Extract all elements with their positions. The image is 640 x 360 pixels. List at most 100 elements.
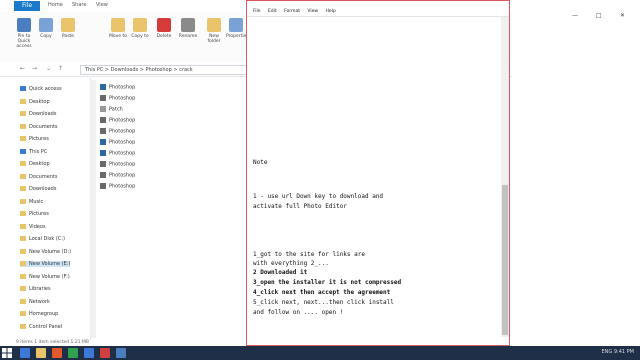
pin-quick-access-button[interactable]: Pin to Quick access xyxy=(14,18,34,49)
nav-item-label: Pictures xyxy=(29,211,49,217)
taskbar-app-icon[interactable] xyxy=(84,348,94,358)
folder-icon xyxy=(20,161,26,166)
file-icon xyxy=(100,172,106,178)
minimize-icon[interactable]: — xyxy=(572,12,578,19)
file-row[interactable]: Photoshop xyxy=(100,139,135,146)
rename-button[interactable]: Rename xyxy=(178,18,198,39)
file-row[interactable]: Photoshop xyxy=(100,150,135,157)
file-row[interactable]: Photoshop xyxy=(100,183,135,190)
ribbon-tab-home[interactable]: Home xyxy=(48,2,63,8)
folder-icon xyxy=(20,248,26,254)
recent-locations-icon[interactable]: ⌄ xyxy=(46,65,51,72)
ribbon-tab-view[interactable]: View xyxy=(96,2,108,8)
taskbar-app-icon[interactable] xyxy=(68,348,78,358)
file-row[interactable]: Patch xyxy=(100,106,123,113)
new-folder-icon xyxy=(207,18,221,32)
menu-help[interactable]: Help xyxy=(326,9,336,14)
move-to-button[interactable]: Move to xyxy=(108,18,128,39)
new-folder-button[interactable]: New folder xyxy=(204,18,224,44)
nav-item[interactable]: This PC xyxy=(20,148,47,155)
nav-item[interactable]: Downloads xyxy=(20,111,56,117)
menu-view[interactable]: View xyxy=(307,9,318,14)
copy-icon xyxy=(39,18,53,32)
nav-item[interactable]: Videos xyxy=(20,223,46,230)
nav-item[interactable]: Control Panel xyxy=(20,323,62,330)
properties-icon xyxy=(229,18,243,32)
explorer-content-right: — □ ✕ xyxy=(512,12,640,346)
file-row[interactable]: Photoshop xyxy=(100,95,135,102)
folder-icon xyxy=(20,323,26,329)
taskbar-app-icon[interactable] xyxy=(52,348,62,358)
file-row[interactable]: Photoshop xyxy=(100,117,135,124)
maximize-icon[interactable]: □ xyxy=(596,12,602,19)
notepad-text-line: activate full Photo Editor xyxy=(253,203,347,210)
file-row[interactable]: Photoshop xyxy=(100,161,135,168)
nav-item[interactable]: Desktop xyxy=(20,161,50,167)
folder-icon xyxy=(20,136,26,141)
folder-icon xyxy=(20,223,26,229)
nav-item-label: Videos xyxy=(29,223,46,230)
nav-item[interactable]: Pictures xyxy=(20,136,49,142)
up-arrow-icon[interactable]: ↑ xyxy=(58,65,63,72)
nav-item[interactable]: Desktop xyxy=(20,98,50,105)
file-row[interactable]: Photoshop xyxy=(100,128,135,135)
nav-item-label: Desktop xyxy=(29,98,50,105)
file-icon xyxy=(100,128,106,134)
close-icon[interactable]: ✕ xyxy=(620,12,625,19)
nav-item[interactable]: New Volume (F:) xyxy=(20,273,70,280)
nav-item-label: Documents xyxy=(29,173,58,180)
copy-to-button[interactable]: Copy to xyxy=(130,18,150,39)
file-icon xyxy=(100,150,106,156)
taskbar-app-icon[interactable] xyxy=(116,348,126,358)
forward-arrow-icon[interactable]: → xyxy=(32,65,37,72)
rename-icon xyxy=(181,18,195,32)
notepad-text-area[interactable]: Note 1 - use url Down key to download and… xyxy=(253,17,499,339)
file-name: Photoshop xyxy=(109,150,136,157)
nav-item[interactable]: Quick access xyxy=(20,86,62,92)
nav-item[interactable]: New Volume (E:) xyxy=(20,261,71,267)
file-icon xyxy=(100,95,106,101)
folder-icon xyxy=(20,236,26,241)
navigation-pane-scrollbar[interactable] xyxy=(90,80,96,338)
ribbon-tab-share[interactable]: Share xyxy=(72,2,86,8)
folder-icon xyxy=(20,286,26,291)
taskbar-app-icon[interactable] xyxy=(20,348,30,358)
file-row[interactable]: Photoshop xyxy=(100,172,135,179)
folder-icon xyxy=(20,98,26,104)
copy-button[interactable]: Copy xyxy=(36,18,56,39)
menu-edit[interactable]: Edit xyxy=(268,9,277,14)
nav-item[interactable]: Network xyxy=(20,298,50,305)
nav-item[interactable]: Libraries xyxy=(20,286,51,292)
nav-item[interactable]: Documents xyxy=(20,123,58,130)
delete-button[interactable]: Delete xyxy=(154,18,174,39)
delete-icon xyxy=(157,18,171,32)
menu-file[interactable]: File xyxy=(253,9,261,14)
notepad-scrollbar[interactable] xyxy=(501,17,509,337)
ribbon-tab-file[interactable]: File xyxy=(14,1,40,11)
nav-item[interactable]: Downloads xyxy=(20,186,56,192)
file-name: Photoshop xyxy=(109,128,136,135)
nav-item[interactable]: Local Disk (C:) xyxy=(20,236,65,242)
properties-button[interactable]: Properties xyxy=(226,18,249,39)
back-arrow-icon[interactable]: ← xyxy=(20,65,25,72)
notepad-menu-bar: File Edit Format View Help xyxy=(247,8,509,17)
file-icon xyxy=(100,106,106,112)
file-row[interactable]: Photoshop xyxy=(100,84,135,91)
nav-item[interactable]: Homegroup xyxy=(20,311,58,317)
paste-button[interactable]: Paste xyxy=(58,18,78,39)
taskbar-app-icon[interactable] xyxy=(100,348,110,358)
folder-icon xyxy=(20,211,26,216)
address-input[interactable]: This PC > Downloads > Photoshop > crack xyxy=(80,65,256,75)
pin-icon xyxy=(17,18,31,32)
nav-item[interactable]: Pictures xyxy=(20,211,49,217)
folder-icon xyxy=(20,123,26,129)
start-button-icon[interactable] xyxy=(2,348,12,358)
menu-format[interactable]: Format xyxy=(284,9,300,14)
nav-item[interactable]: New Volume (D:) xyxy=(20,248,71,255)
nav-item[interactable]: Documents xyxy=(20,173,58,180)
file-icon xyxy=(100,84,106,90)
nav-item[interactable]: Music xyxy=(20,198,43,205)
taskbar-app-icon[interactable] xyxy=(36,348,46,358)
notepad-text-line: and follow on .... open ! xyxy=(253,309,344,316)
notepad-scroll-thumb[interactable] xyxy=(502,185,508,335)
